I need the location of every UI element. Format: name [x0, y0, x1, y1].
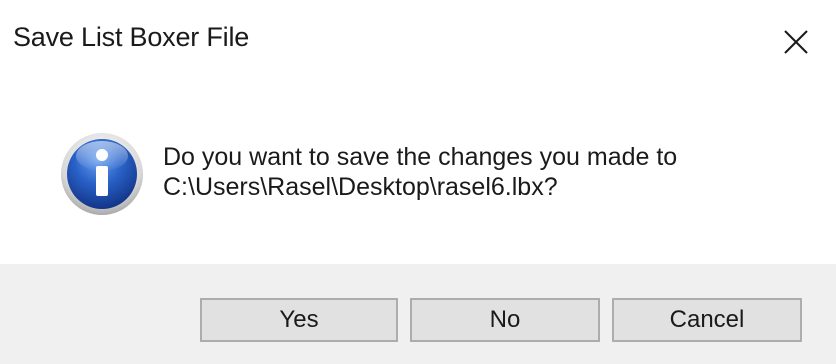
button-bar: Yes No Cancel: [0, 264, 836, 364]
title-bar: Save List Boxer File: [0, 0, 836, 84]
message-line-1: Do you want to save the changes you made…: [163, 143, 678, 171]
close-button[interactable]: [770, 18, 822, 66]
close-icon: [784, 30, 808, 54]
cancel-button[interactable]: Cancel: [612, 298, 802, 342]
dialog-message: Do you want to save the changes you made…: [163, 142, 803, 202]
save-dialog: Save List Boxer File Do you want to save…: [0, 0, 836, 364]
info-icon: [61, 133, 143, 215]
dialog-title: Save List Boxer File: [13, 22, 250, 52]
dialog-content: Do you want to save the changes you made…: [0, 84, 836, 264]
no-button[interactable]: No: [410, 298, 600, 342]
yes-button[interactable]: Yes: [200, 298, 398, 342]
message-line-2: C:\Users\Rasel\Desktop\rasel6.lbx?: [163, 173, 558, 201]
